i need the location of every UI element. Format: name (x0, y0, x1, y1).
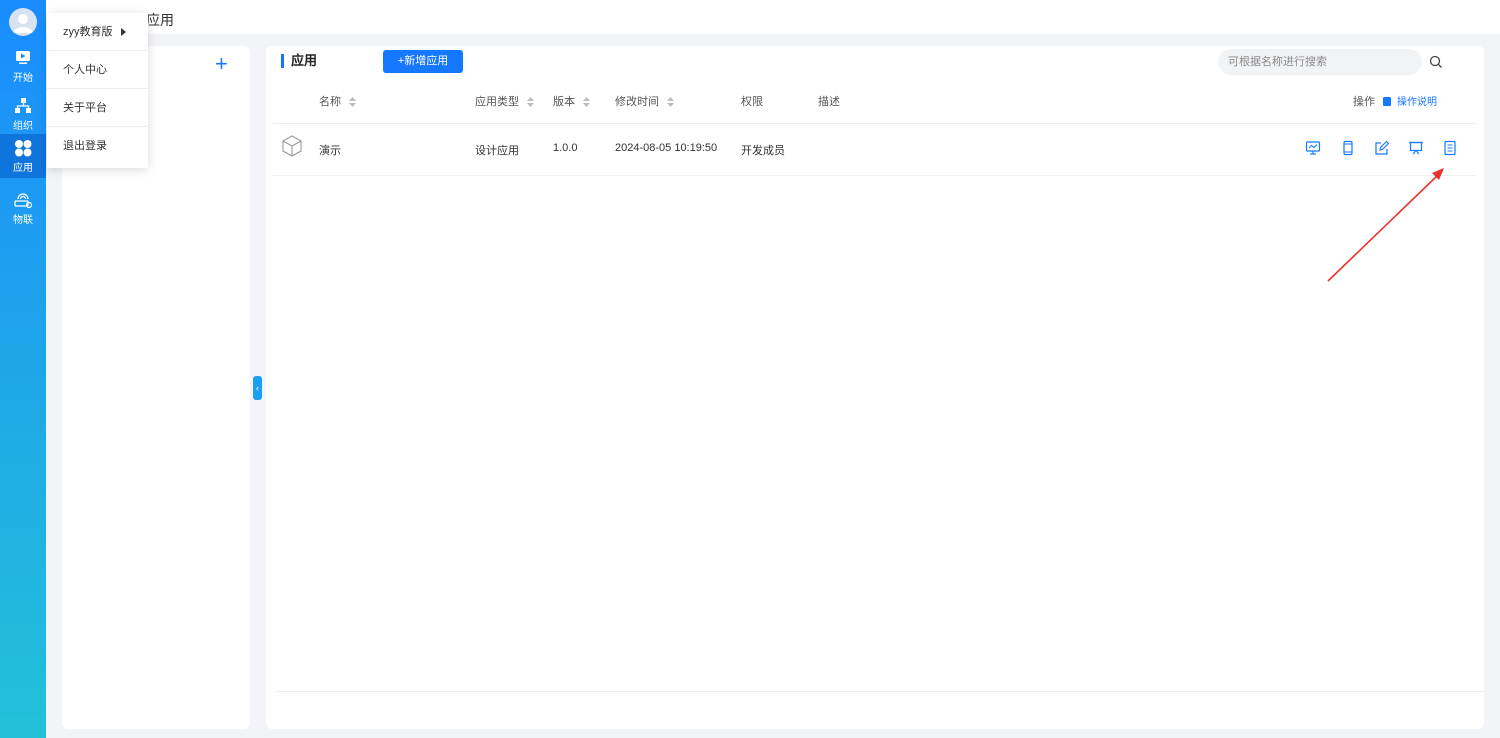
column-header-actions: 操作 (1353, 96, 1375, 108)
cell-version: 1.0.0 (553, 142, 578, 154)
app-list-panel: 应用 +新增应用 名称 应用类型 版本 修改时间 权限 描述 操作 操作说明 (266, 46, 1484, 729)
sort-icon (349, 97, 357, 108)
mobile-icon[interactable] (1340, 140, 1356, 156)
panel-title: 应用 (281, 54, 317, 68)
sort-icon (583, 97, 591, 108)
iot-device-icon (14, 193, 33, 209)
menu-item-label: 退出登录 (63, 140, 107, 152)
add-category-button[interactable]: + (215, 53, 228, 75)
operation-help-link[interactable]: 操作说明 (1383, 93, 1437, 108)
column-label: 应用类型 (475, 96, 519, 108)
rail-item-apps[interactable]: 应用 (0, 134, 46, 178)
column-header-name[interactable]: 名称 (319, 93, 357, 109)
top-bar: 应用 (46, 0, 1500, 34)
column-header-type[interactable]: 应用类型 (475, 93, 535, 109)
rail-item-label: 开始 (13, 73, 33, 84)
left-nav-rail: 开始 组织 应用 物联 (0, 0, 46, 738)
rail-item-label: 物联 (13, 215, 33, 226)
play-icon (16, 51, 30, 64)
add-app-label: 新增应用 (404, 55, 449, 67)
menu-item-label: 关于平台 (63, 102, 107, 114)
cell-name: 演示 (319, 145, 341, 157)
monitor-preview-icon[interactable] (1305, 140, 1321, 156)
document-list-icon[interactable] (1442, 140, 1458, 156)
cube-icon (282, 135, 302, 157)
column-header-description: 描述 (818, 96, 840, 108)
user-avatar[interactable] (9, 8, 37, 36)
column-header-permission: 权限 (741, 96, 763, 108)
presentation-icon[interactable] (1408, 140, 1424, 156)
edit-icon[interactable] (1374, 140, 1390, 156)
column-header-modified[interactable]: 修改时间 (615, 93, 675, 109)
search-input[interactable] (1218, 49, 1422, 75)
cell-permission: 开发成员 (741, 145, 785, 157)
rail-item-org[interactable]: 组织 (0, 92, 46, 136)
table-row[interactable]: 演示 设计应用 1.0.0 2024-08-05 10:19:50 开发成员 (273, 124, 1475, 176)
menu-item-label: 个人中心 (63, 64, 107, 76)
column-header-version[interactable]: 版本 (553, 93, 591, 109)
menu-item-logout[interactable]: 退出登录 (47, 127, 148, 165)
rail-item-label: 组织 (13, 121, 33, 132)
add-app-button[interactable]: +新增应用 (383, 50, 463, 73)
caret-right-icon (121, 28, 126, 36)
column-label: 修改时间 (615, 96, 659, 108)
org-chart-icon (15, 98, 31, 113)
table-footer-divider (277, 691, 1484, 692)
column-label: 名称 (319, 96, 341, 108)
menu-item-profile[interactable]: 个人中心 (47, 51, 148, 89)
help-label: 操作说明 (1397, 97, 1437, 108)
avatar-icon (13, 14, 33, 33)
cell-modified: 2024-08-05 10:19:50 (615, 142, 718, 154)
sort-icon (527, 97, 535, 108)
cell-type: 设计应用 (475, 145, 519, 157)
menu-item-edition[interactable]: zyy教育版 (47, 13, 148, 51)
menu-item-label: zyy教育版 (63, 26, 113, 38)
rail-item-iot[interactable]: 物联 (0, 186, 46, 230)
user-dropdown-menu: zyy教育版 个人中心 关于平台 退出登录 (47, 13, 148, 168)
rail-item-label: 应用 (13, 163, 33, 174)
rail-item-start[interactable]: 开始 (0, 44, 46, 88)
column-label: 版本 (553, 96, 575, 108)
sort-icon (667, 97, 675, 108)
table-header: 名称 应用类型 版本 修改时间 权限 描述 操作 操作说明 (273, 84, 1475, 124)
breadcrumb: 应用 (146, 12, 174, 28)
collapse-panel-button[interactable]: ‹ (253, 376, 262, 400)
apps-grid-icon (15, 140, 32, 157)
document-icon (1383, 97, 1391, 106)
menu-item-about[interactable]: 关于平台 (47, 89, 148, 127)
search-icon[interactable] (1429, 55, 1443, 69)
